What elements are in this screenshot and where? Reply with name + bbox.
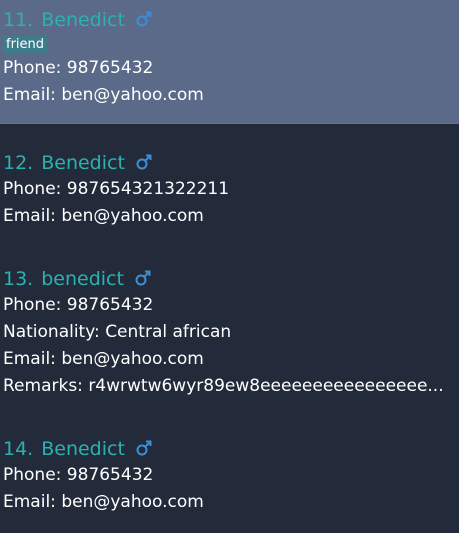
remarks-field: Remarks: r4wrwtw6wyr89ew8eeeeeeeeeeeeeee…	[3, 373, 451, 400]
nationality-field: Nationality: Central african	[3, 319, 451, 346]
tag-list: friend	[3, 33, 459, 55]
field-value: 98765432	[66, 465, 154, 485]
person-card[interactable]: 11. Benedict friend Phone: 98765432 Email…	[0, 0, 459, 124]
person-card[interactable]: 13. benedict Phone: 98765432 Nationality:…	[0, 266, 459, 400]
person-name: Benedict	[41, 152, 125, 174]
field-value: 98765432	[66, 58, 154, 78]
field-value: ben@yahoo.com	[61, 85, 204, 105]
person-card[interactable]: 14. Benedict Phone: 98765432 Email: ben@y…	[0, 436, 459, 516]
email-field: Email: ben@yahoo.com	[3, 346, 451, 373]
field-label: Email:	[3, 85, 56, 105]
email-field: Email: ben@yahoo.com	[3, 203, 451, 230]
tag-badge: friend	[3, 35, 48, 53]
field-value: 987654321322211	[66, 179, 230, 199]
field-label: Email:	[3, 349, 56, 369]
field-value: 98765432	[66, 295, 154, 315]
person-name: Benedict	[41, 438, 125, 460]
field-value: ben@yahoo.com	[61, 206, 204, 226]
person-index: 14.	[3, 438, 34, 460]
male-icon	[136, 154, 152, 170]
person-name: Benedict	[41, 9, 125, 31]
person-index: 12.	[3, 152, 34, 174]
field-value: ben@yahoo.com	[61, 492, 204, 512]
field-label: Phone:	[3, 465, 62, 485]
person-name: benedict	[41, 268, 124, 290]
field-label: Phone:	[3, 295, 62, 315]
person-list[interactable]: 11. Benedict friend Phone: 98765432 Email…	[0, 0, 459, 533]
field-label: Remarks:	[3, 376, 83, 396]
phone-field: Phone: 98765432	[3, 292, 451, 319]
person-title: 14. Benedict	[3, 436, 459, 462]
field-label: Email:	[3, 492, 56, 512]
person-title: 13. benedict	[3, 266, 459, 292]
field-value: r4wrwtw6wyr89ew8eeeeeeeeeeeeeeee...	[88, 376, 444, 396]
person-title: 11. Benedict	[3, 7, 459, 33]
email-field: Email: ben@yahoo.com	[3, 489, 451, 516]
field-label: Phone:	[3, 58, 62, 78]
person-index: 13.	[3, 268, 34, 290]
male-icon	[135, 270, 151, 286]
field-label: Phone:	[3, 179, 62, 199]
field-value: ben@yahoo.com	[61, 349, 204, 369]
field-value: Central african	[105, 322, 232, 342]
phone-field: Phone: 98765432	[3, 462, 451, 489]
email-field: Email: ben@yahoo.com	[3, 82, 451, 109]
field-label: Nationality:	[3, 322, 100, 342]
person-card[interactable]: 12. Benedict Phone: 987654321322211 Email…	[0, 150, 459, 230]
person-title: 12. Benedict	[3, 150, 459, 176]
field-label: Email:	[3, 206, 56, 226]
phone-field: Phone: 987654321322211	[3, 176, 451, 203]
phone-field: Phone: 98765432	[3, 55, 451, 82]
male-icon	[136, 11, 152, 27]
male-icon	[136, 440, 152, 456]
person-index: 11.	[3, 9, 34, 31]
